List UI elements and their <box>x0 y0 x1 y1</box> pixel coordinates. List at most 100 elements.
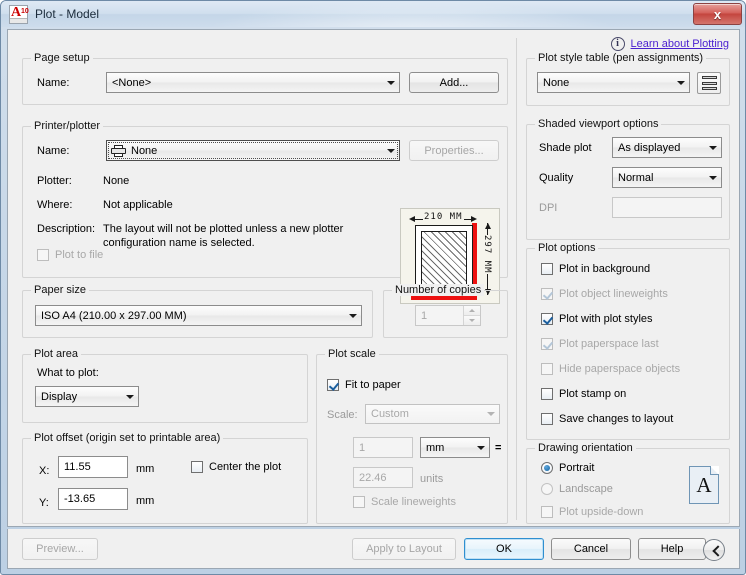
height-arrow-top-icon <box>485 223 491 229</box>
dpi-label: DPI <box>539 202 558 214</box>
scale-label: Scale: <box>327 409 358 421</box>
plot-scale-legend: Plot scale <box>325 348 379 360</box>
chevron-down-icon <box>344 313 361 318</box>
scale-numerator-value: 1 <box>359 441 366 454</box>
plot-paperspace-last-checkbox: Plot paperspace last <box>541 338 659 350</box>
portrait-label: Portrait <box>559 462 595 474</box>
add-page-setup-button[interactable]: Add... <box>409 72 499 93</box>
shaded-viewport-legend: Shaded viewport options <box>535 118 662 130</box>
pen-table-edit-icon <box>702 76 717 91</box>
learn-about-plotting-link[interactable]: Learn about Plotting <box>631 38 729 50</box>
hide-paperspace-objects-checkbox: Hide paperspace objects <box>541 363 680 375</box>
printer-name-combo[interactable]: None <box>106 140 400 161</box>
plot-scale-group: Plot scale Fit to paper Scale: Custom 1 … <box>316 348 508 524</box>
scale-unit-combo[interactable]: mm <box>420 437 490 458</box>
offset-y-input[interactable]: -13.65 <box>58 488 128 510</box>
plot-upside-down-checkbox: Plot upside-down <box>541 506 643 518</box>
plot-object-lineweights-label: Plot object lineweights <box>559 288 668 300</box>
chevron-left-circle-icon <box>712 545 719 556</box>
portrait-radio[interactable]: Portrait <box>541 462 594 474</box>
page-setup-legend: Page setup <box>31 52 93 64</box>
orientation-preview-letter: A <box>696 473 712 497</box>
autocad-icon-version: 10 <box>21 7 29 15</box>
what-to-plot-combo[interactable]: Display <box>35 386 139 407</box>
plot-style-table-group: Plot style table (pen assignments) None <box>526 52 730 106</box>
drawing-orientation-legend: Drawing orientation <box>535 442 636 454</box>
paper-size-group: Paper size ISO A4 (210.00 x 297.00 MM) <box>22 284 373 338</box>
preview-button: Preview... <box>22 538 98 560</box>
offset-y-label: Y: <box>39 497 49 509</box>
page-setup-name-label: Name: <box>37 77 70 89</box>
offset-x-label: X: <box>39 465 50 477</box>
preview-button-label: Preview... <box>36 543 84 555</box>
number-of-copies-group: Number of copies 1 <box>383 284 508 338</box>
quality-combo[interactable]: Normal <box>612 167 722 188</box>
add-page-setup-label: Add... <box>439 76 469 89</box>
plot-upside-down-box <box>541 506 553 518</box>
scale-lineweights-box <box>353 496 365 508</box>
scale-numerator-input: 1 <box>353 437 413 458</box>
orientation-preview-icon: A <box>689 466 719 504</box>
plot-style-table-combo[interactable]: None <box>537 72 690 93</box>
dialog-footer: Preview... Apply to Layout OK Cancel Hel… <box>7 529 740 569</box>
plot-style-table-value: None <box>543 76 570 89</box>
plot-offset-legend: Plot offset (origin set to printable are… <box>31 432 224 444</box>
scale-lineweights-label: Scale lineweights <box>371 496 456 508</box>
page-setup-name-value: <None> <box>112 76 152 89</box>
landscape-label: Landscape <box>559 483 613 495</box>
plot-paperspace-last-box <box>541 338 553 350</box>
ok-button[interactable]: OK <box>464 538 544 560</box>
cancel-button-label: Cancel <box>573 543 609 555</box>
shade-plot-combo[interactable]: As displayed <box>612 137 722 158</box>
scale-lineweights-checkbox: Scale lineweights <box>353 496 456 508</box>
plot-area-legend: Plot area <box>31 348 82 360</box>
offset-x-input[interactable]: 11.55 <box>58 456 128 478</box>
landscape-radio[interactable]: Landscape <box>541 483 613 495</box>
chevron-down-icon <box>672 80 689 85</box>
scale-value: Custom <box>371 408 409 420</box>
save-changes-to-layout-label: Save changes to layout <box>559 413 674 425</box>
shade-plot-label: Shade plot <box>539 142 592 154</box>
plot-with-plot-styles-checkbox[interactable]: Plot with plot styles <box>541 313 653 325</box>
page-setup-name-combo[interactable]: <None> <box>106 72 400 93</box>
plot-object-lineweights-box <box>541 288 553 300</box>
copies-stepper-buttons <box>463 306 480 325</box>
scale-denominator-units: units <box>420 473 444 485</box>
printer-plotter-legend: Printer/plotter <box>31 120 104 132</box>
offset-x-value: 11.55 <box>64 461 91 473</box>
chevron-down-icon <box>704 145 721 150</box>
apply-to-layout-label: Apply to Layout <box>366 543 442 555</box>
paper-size-legend: Paper size <box>31 284 89 296</box>
dialog-body: i Learn about Plotting Page setup Name: … <box>7 29 740 527</box>
plot-stamp-on-checkbox[interactable]: Plot stamp on <box>541 388 626 400</box>
landscape-radio-dot <box>541 483 553 495</box>
plot-to-file-label: Plot to file <box>55 249 104 261</box>
paper-size-value: ISO A4 (210.00 x 297.00 MM) <box>41 309 187 322</box>
plot-options-group: Plot options Plot in background Plot obj… <box>526 242 730 440</box>
plot-style-table-edit-button[interactable] <box>697 72 721 94</box>
plot-in-background-checkbox[interactable]: Plot in background <box>541 263 650 275</box>
center-the-plot-checkbox[interactable]: Center the plot <box>191 461 281 473</box>
cancel-button[interactable]: Cancel <box>551 538 631 560</box>
plot-to-file-checkbox: Plot to file <box>37 249 103 261</box>
scale-combo: Custom <box>365 404 500 424</box>
close-button[interactable]: x <box>693 3 742 25</box>
hide-paperspace-objects-box <box>541 363 553 375</box>
autocad-icon-page <box>10 17 27 23</box>
fit-to-paper-checkbox[interactable]: Fit to paper <box>327 379 401 391</box>
scale-equals-sign: = <box>495 442 502 454</box>
printer-properties-label: Properties... <box>424 144 484 157</box>
plot-to-file-box <box>37 249 49 261</box>
window-title: Plot - Model <box>35 7 100 21</box>
quality-value: Normal <box>618 171 654 184</box>
plot-in-background-label: Plot in background <box>559 263 651 275</box>
collapse-options-button[interactable] <box>703 539 725 561</box>
help-button[interactable]: Help <box>638 538 706 560</box>
copies-value: 1 <box>421 309 428 322</box>
printer-properties-button: Properties... <box>409 140 499 161</box>
chevron-down-icon <box>482 412 499 416</box>
autocad-icon: A 10 <box>9 4 29 24</box>
paper-size-combo[interactable]: ISO A4 (210.00 x 297.00 MM) <box>35 305 362 326</box>
save-changes-to-layout-checkbox[interactable]: Save changes to layout <box>541 413 673 425</box>
scale-denominator-input: 22.46 <box>353 467 413 488</box>
